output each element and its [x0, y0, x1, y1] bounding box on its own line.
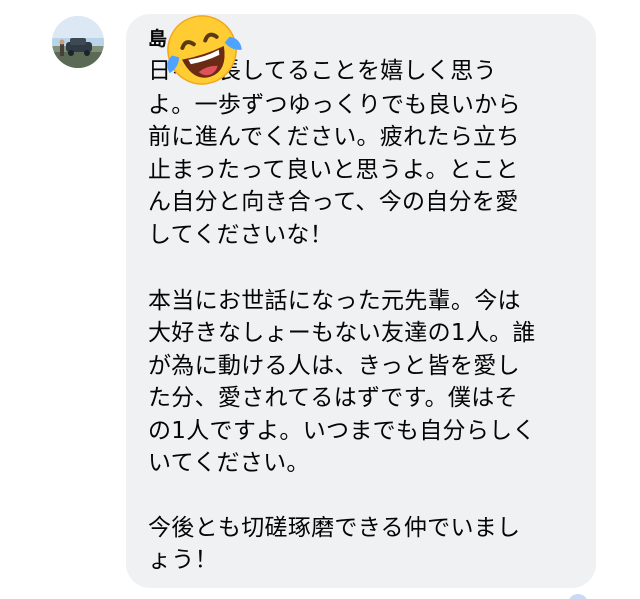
laughing-tears-emoji-icon: [167, 15, 242, 85]
message-line: いてください。: [148, 450, 310, 476]
message-line: 前に進んでください。疲れたら立ち: [148, 124, 520, 150]
message-thread: 島 日々成長してることを嬉しく思う よ。一歩ずつゆっくりでも良いから 前に進んで…: [0, 0, 640, 599]
reaction-badge[interactable]: [156, 6, 248, 94]
sender-avatar[interactable]: [52, 16, 104, 68]
message-line: 本当にお世話になった元先輩。今は: [148, 288, 521, 314]
message-line: が為に動ける人は、きっと皆を愛し: [148, 353, 520, 379]
message-line: 大好きなしょーもない友達の1人。誰: [148, 320, 536, 346]
message-line: ん自分と向き合って、今の自分を愛: [148, 189, 519, 215]
message-line: 今後とも切磋琢磨できる仲でいまし: [148, 515, 521, 541]
seen-indicator: [568, 594, 588, 599]
message-line: ょう！: [148, 547, 218, 573]
message-line: 止まったって良いと思うよ。とこと: [148, 157, 519, 183]
message-line: た分、愛されてるはずです。僕はそ: [148, 385, 518, 411]
message-line: してくださいな！: [148, 222, 334, 248]
avatar-photo: [52, 16, 104, 68]
message-line: よ。一歩ずつゆっくりでも良いから: [148, 92, 521, 118]
message-line: の1人ですよ。いつまでも自分らしく: [148, 418, 536, 444]
